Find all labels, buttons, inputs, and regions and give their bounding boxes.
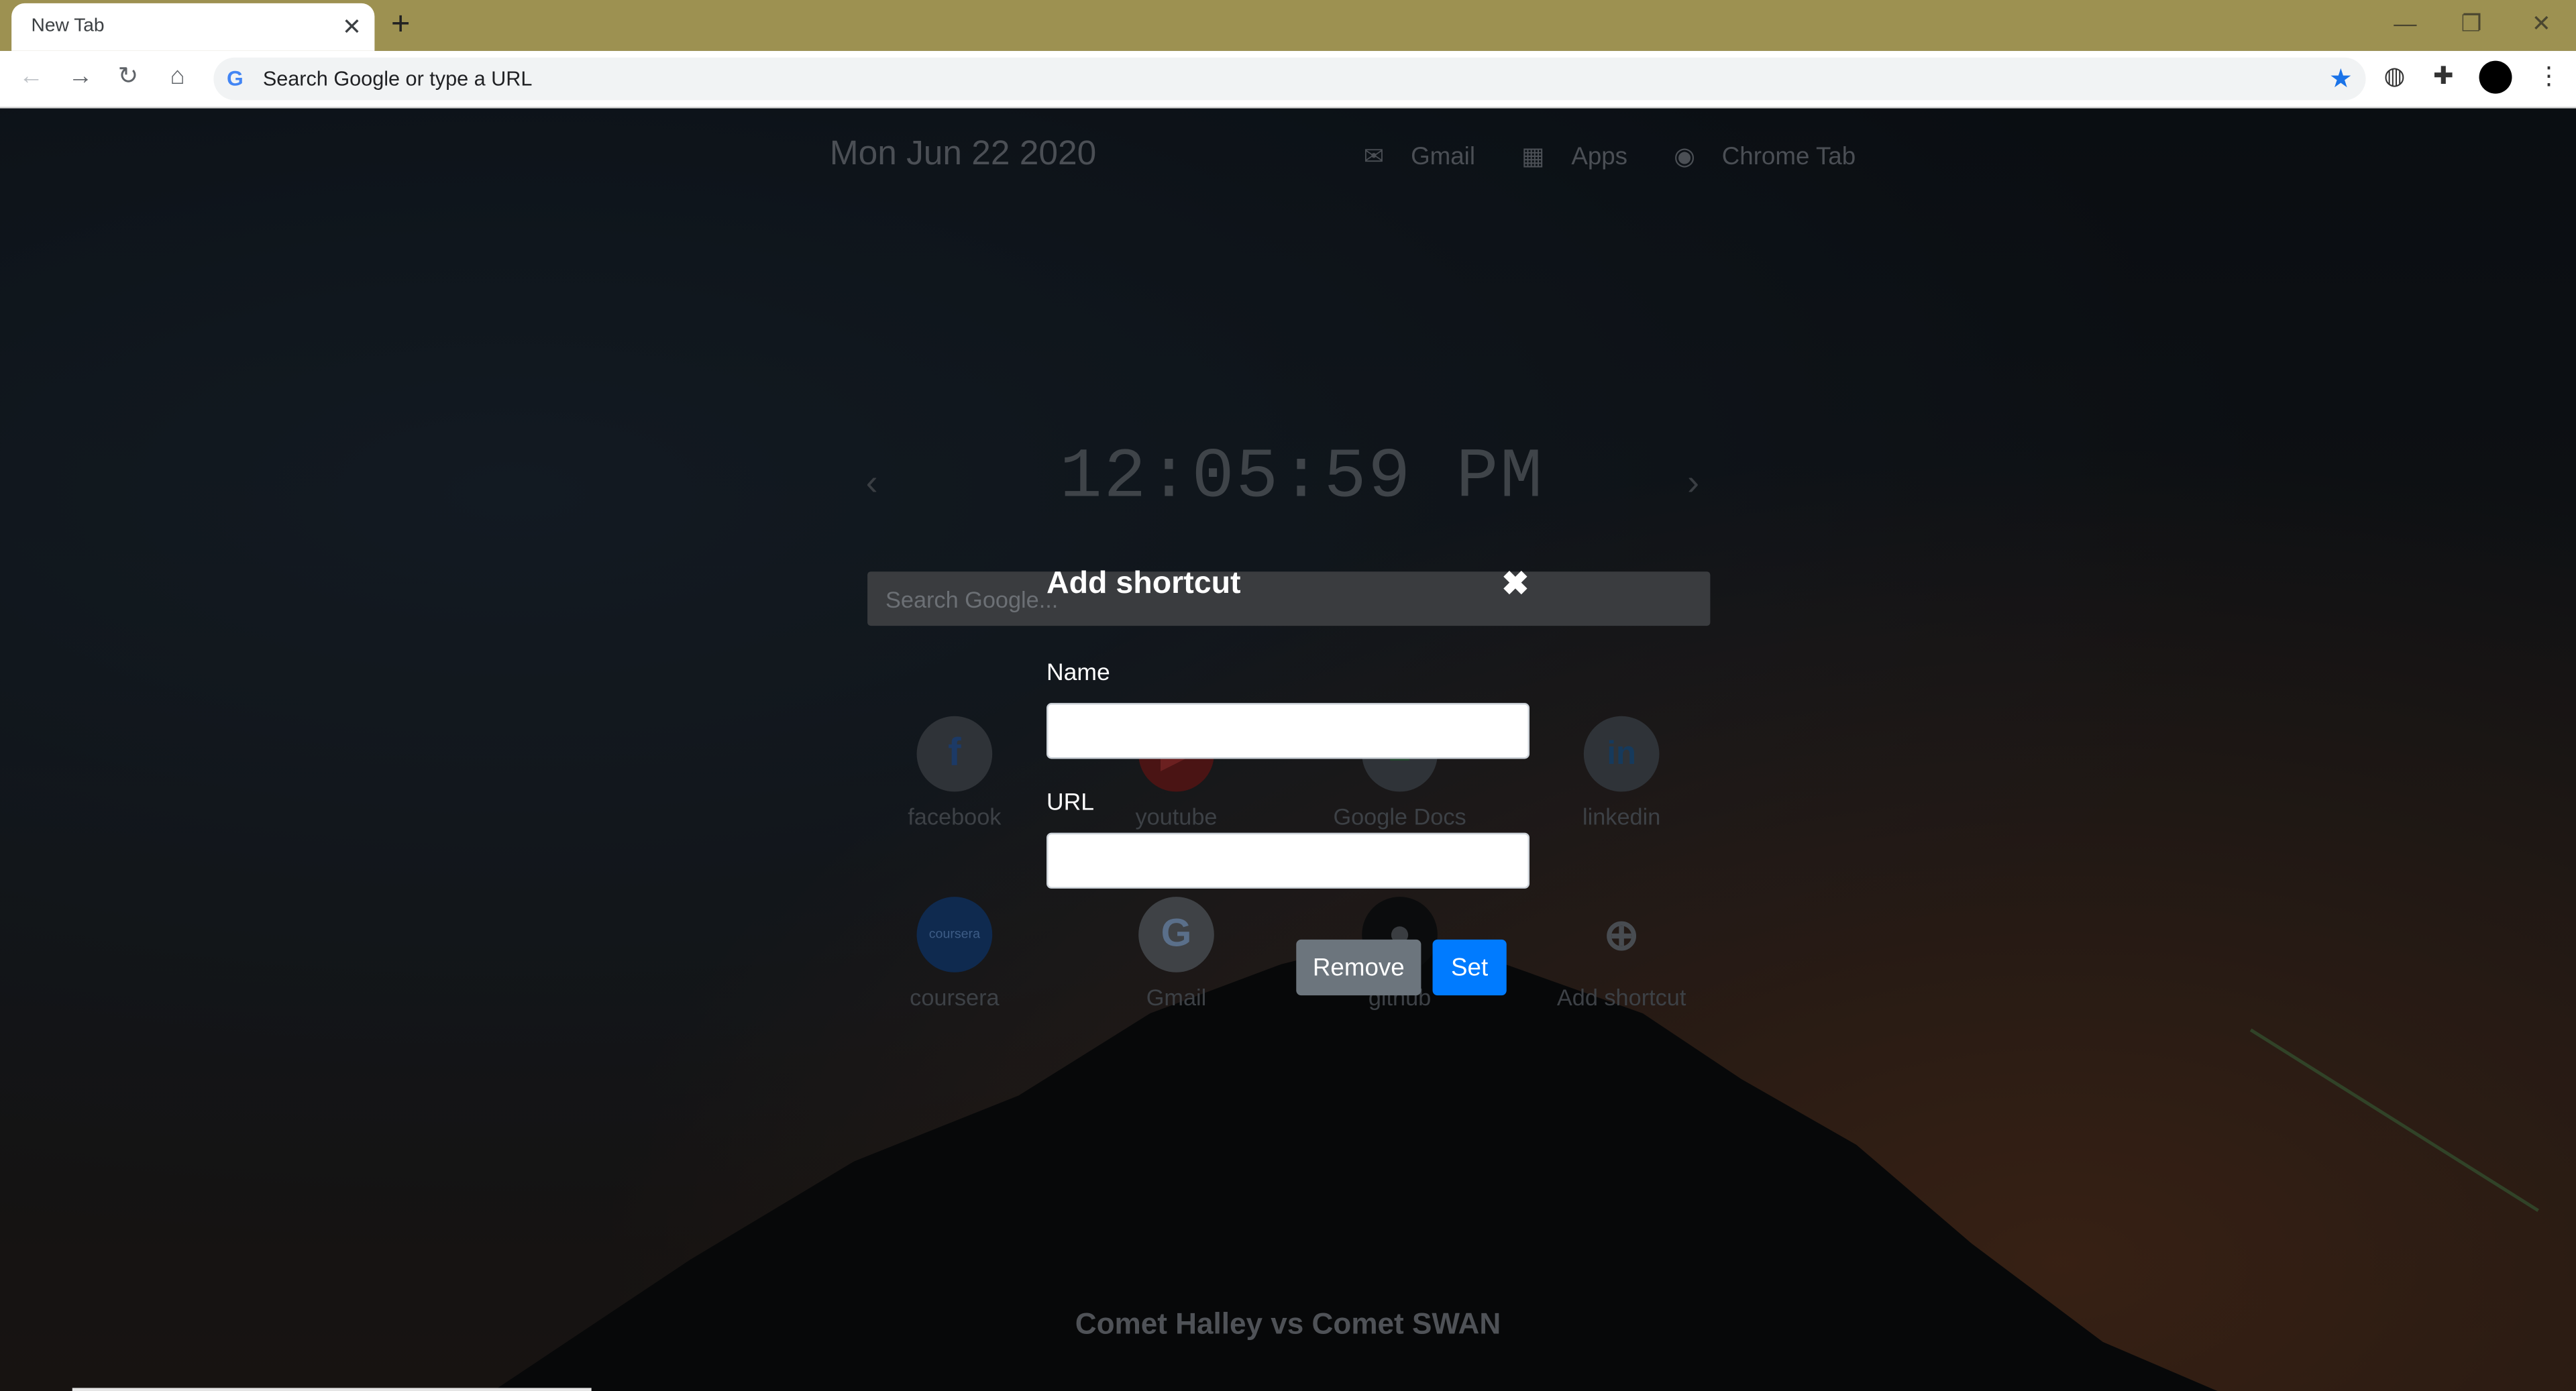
menu-kebab-icon[interactable]: ⋮ [2536, 62, 2561, 92]
tab-new-tab[interactable]: New Tab ✕ [11, 3, 375, 51]
prev-arrow-icon[interactable]: ‹ [866, 461, 878, 504]
shortcut-label: youtube [1135, 803, 1218, 830]
shortcut-label: facebook [908, 803, 1002, 830]
url-field[interactable] [1046, 832, 1530, 889]
name-field[interactable] [1046, 703, 1530, 759]
background-caption: Comet Halley vs Comet SWAN [1075, 1307, 1501, 1341]
browser-toolbar: ← → ↻ ⌂ G Search Google or type a URL ★ … [0, 50, 2576, 109]
restore-icon[interactable]: ❐ [2461, 7, 2482, 40]
profile-avatar[interactable] [2479, 60, 2512, 94]
remove-button[interactable]: Remove [1296, 939, 1421, 996]
globe-extension-icon[interactable]: ◍ [2383, 62, 2405, 92]
shortcut-facebook[interactable]: f facebook [839, 716, 1069, 830]
extensions-puzzle-icon[interactable]: ✚ [2433, 62, 2454, 92]
tab-strip: New Tab ✕ + — ❐ ✕ [0, 0, 2576, 51]
modal-title: Add shortcut [1046, 566, 1241, 602]
url-label: URL [1046, 789, 1095, 817]
new-tab-button[interactable]: + [391, 7, 411, 43]
shortcut-label: linkedin [1582, 803, 1661, 830]
shortcut-label: Add shortcut [1556, 983, 1686, 1011]
reload-icon[interactable]: ↻ [112, 62, 145, 92]
linkedin-icon: in [1583, 716, 1660, 792]
tab-close-icon[interactable]: ✕ [342, 11, 362, 41]
name-label: Name [1046, 660, 1110, 687]
plus-icon: ⊕ [1603, 909, 1640, 960]
bookmark-star-icon[interactable]: ★ [2329, 62, 2353, 95]
date-display: Mon Jun 22 2020 [829, 134, 1097, 173]
chrome-tab-link-label: Chrome Tab [1721, 143, 1856, 171]
shortcut-add[interactable]: ⊕ Add shortcut [1507, 897, 1737, 1010]
screen: New Tab ✕ + — ❐ ✕ ← → ↻ ⌂ G Search Googl… [0, 0, 2576, 1391]
gmail-link-label: Gmail [1411, 143, 1476, 171]
shortcut-gmail[interactable]: G Gmail [1061, 897, 1291, 1010]
back-icon[interactable]: ← [15, 62, 48, 92]
clock-display: 12:05:59 PM [1059, 437, 1544, 518]
chrome-tab-link[interactable]: ◉ Chrome Tab [1674, 143, 1876, 171]
progress-line [72, 1388, 592, 1391]
window-close-icon[interactable]: ✕ [2532, 7, 2551, 40]
omnibox-placeholder: Search Google or type a URL [262, 67, 533, 91]
gmail-link[interactable]: ✉ Gmail [1364, 143, 1495, 171]
forward-icon[interactable]: → [64, 62, 97, 92]
omnibox[interactable]: G Search Google or type a URL ★ [213, 57, 2366, 101]
grid-icon: ▦ [1521, 143, 1552, 171]
shortcut-label: coursera [910, 983, 1000, 1011]
apps-link-label: Apps [1571, 143, 1628, 171]
close-icon[interactable]: ✖ [1501, 563, 1529, 604]
header-links: ✉ Gmail ▦ Apps ◉ Chrome Tab [1364, 142, 1895, 171]
google-g-icon: G [226, 65, 244, 91]
set-button[interactable]: Set [1432, 939, 1507, 996]
shortcut-label: Google Docs [1333, 803, 1466, 830]
next-arrow-icon[interactable]: › [1687, 461, 1699, 504]
tab-title: New Tab [31, 16, 105, 36]
minimize-icon[interactable]: — [2394, 7, 2416, 40]
apps-link[interactable]: ▦ Apps [1521, 143, 1647, 171]
home-icon[interactable]: ⌂ [161, 62, 194, 92]
mail-icon: ✉ [1363, 143, 1391, 171]
facebook-icon: f [916, 716, 993, 792]
google-g-shortcut-icon: G [1138, 897, 1214, 972]
shortcut-label: Gmail [1146, 983, 1207, 1011]
shortcut-linkedin[interactable]: in linkedin [1507, 716, 1737, 830]
shortcut-coursera[interactable]: coursera coursera [839, 897, 1069, 1010]
coursera-icon: coursera [916, 897, 993, 972]
chrome-icon: ◉ [1674, 143, 1703, 171]
google-search-bar[interactable]: Search Google... [867, 571, 1711, 626]
search-placeholder: Search Google... [885, 586, 1059, 613]
